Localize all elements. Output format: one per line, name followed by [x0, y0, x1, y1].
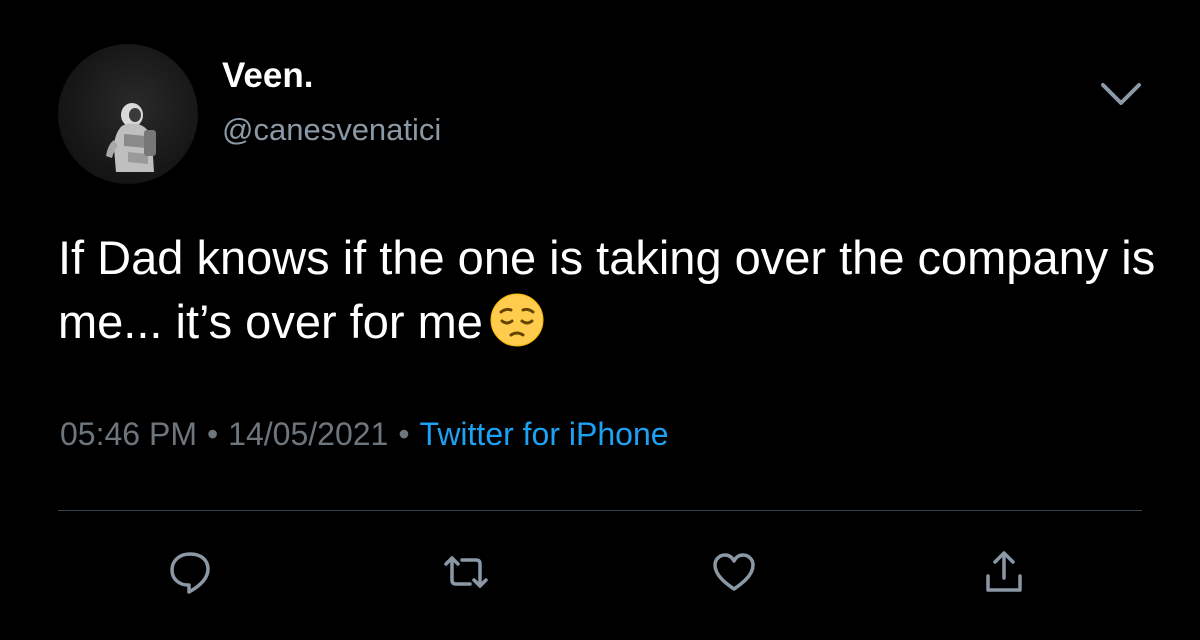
- reply-icon: [170, 552, 210, 594]
- pensive-face-icon: [489, 292, 545, 348]
- heart-icon: [713, 553, 755, 591]
- like-button[interactable]: [710, 548, 758, 596]
- tweet-date[interactable]: 14/05/2021: [228, 416, 388, 452]
- tweet-text-content: If Dad knows if the one is taking over t…: [58, 231, 1156, 348]
- meta-separator: •: [398, 416, 410, 452]
- tweet-meta: 05:46 PM • 14/05/2021 • Twitter for iPhone: [60, 414, 669, 454]
- retweet-button[interactable]: [442, 548, 490, 596]
- display-name[interactable]: Veen.: [222, 56, 313, 96]
- retweet-icon: [444, 556, 488, 588]
- avatar[interactable]: [58, 44, 198, 184]
- share-button[interactable]: [980, 548, 1028, 596]
- share-icon: [986, 551, 1022, 592]
- meta-separator: •: [206, 416, 219, 452]
- chevron-down-icon: [1101, 83, 1141, 105]
- more-options-button[interactable]: [1098, 76, 1144, 112]
- tweet-text: If Dad knows if the one is taking over t…: [58, 226, 1168, 354]
- tweet-source-link[interactable]: Twitter for iPhone: [420, 416, 669, 452]
- tweet-time[interactable]: 05:46 PM: [60, 416, 197, 452]
- reply-button[interactable]: [166, 548, 214, 596]
- divider: [58, 510, 1142, 511]
- astronaut-avatar-icon: [106, 103, 156, 172]
- user-handle[interactable]: @canesvenatici: [222, 112, 441, 148]
